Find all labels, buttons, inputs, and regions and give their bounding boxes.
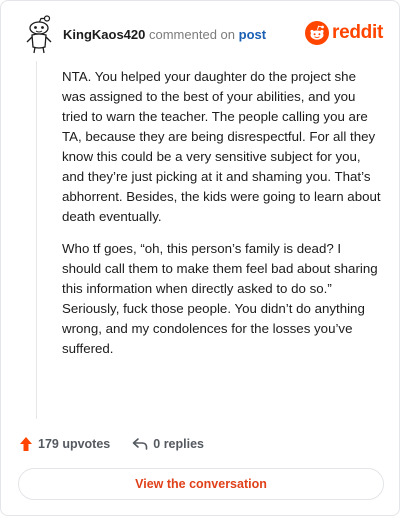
comment-body: NTA. You helped your daughter do the pro… bbox=[62, 67, 382, 371]
reply-button[interactable]: 0 replies bbox=[132, 437, 204, 451]
reply-arrow-icon bbox=[132, 438, 148, 450]
action-text: commented on bbox=[149, 27, 235, 42]
comment-paragraph: Who tf goes, “oh, this person’s family i… bbox=[62, 241, 378, 356]
post-link[interactable]: post bbox=[239, 27, 266, 42]
thread-line bbox=[36, 61, 37, 419]
comment-paragraph: NTA. You helped your daughter do the pro… bbox=[62, 69, 381, 224]
reply-count: 0 replies bbox=[153, 437, 204, 451]
comment-actions: 179 upvotes 0 replies bbox=[19, 433, 204, 455]
author-name[interactable]: KingKaos420 bbox=[63, 27, 145, 42]
author-line: KingKaos420 commented on post bbox=[63, 27, 266, 42]
brand-wordmark: reddit bbox=[332, 22, 383, 43]
view-conversation-button[interactable]: View the conversation bbox=[18, 468, 384, 500]
reddit-logo[interactable]: reddit bbox=[305, 21, 383, 45]
comment-header: KingKaos420 commented on post reddit bbox=[15, 15, 385, 55]
reddit-alien-icon bbox=[305, 21, 330, 45]
snoo-avatar-icon bbox=[26, 15, 52, 54]
upvote-count: 179 upvotes bbox=[38, 437, 111, 451]
avatar[interactable] bbox=[21, 15, 57, 55]
upvote-button[interactable]: 179 upvotes bbox=[19, 436, 110, 452]
comment-card: KingKaos420 commented on post reddit NTA… bbox=[0, 0, 400, 516]
upvote-arrow-icon bbox=[20, 437, 32, 451]
